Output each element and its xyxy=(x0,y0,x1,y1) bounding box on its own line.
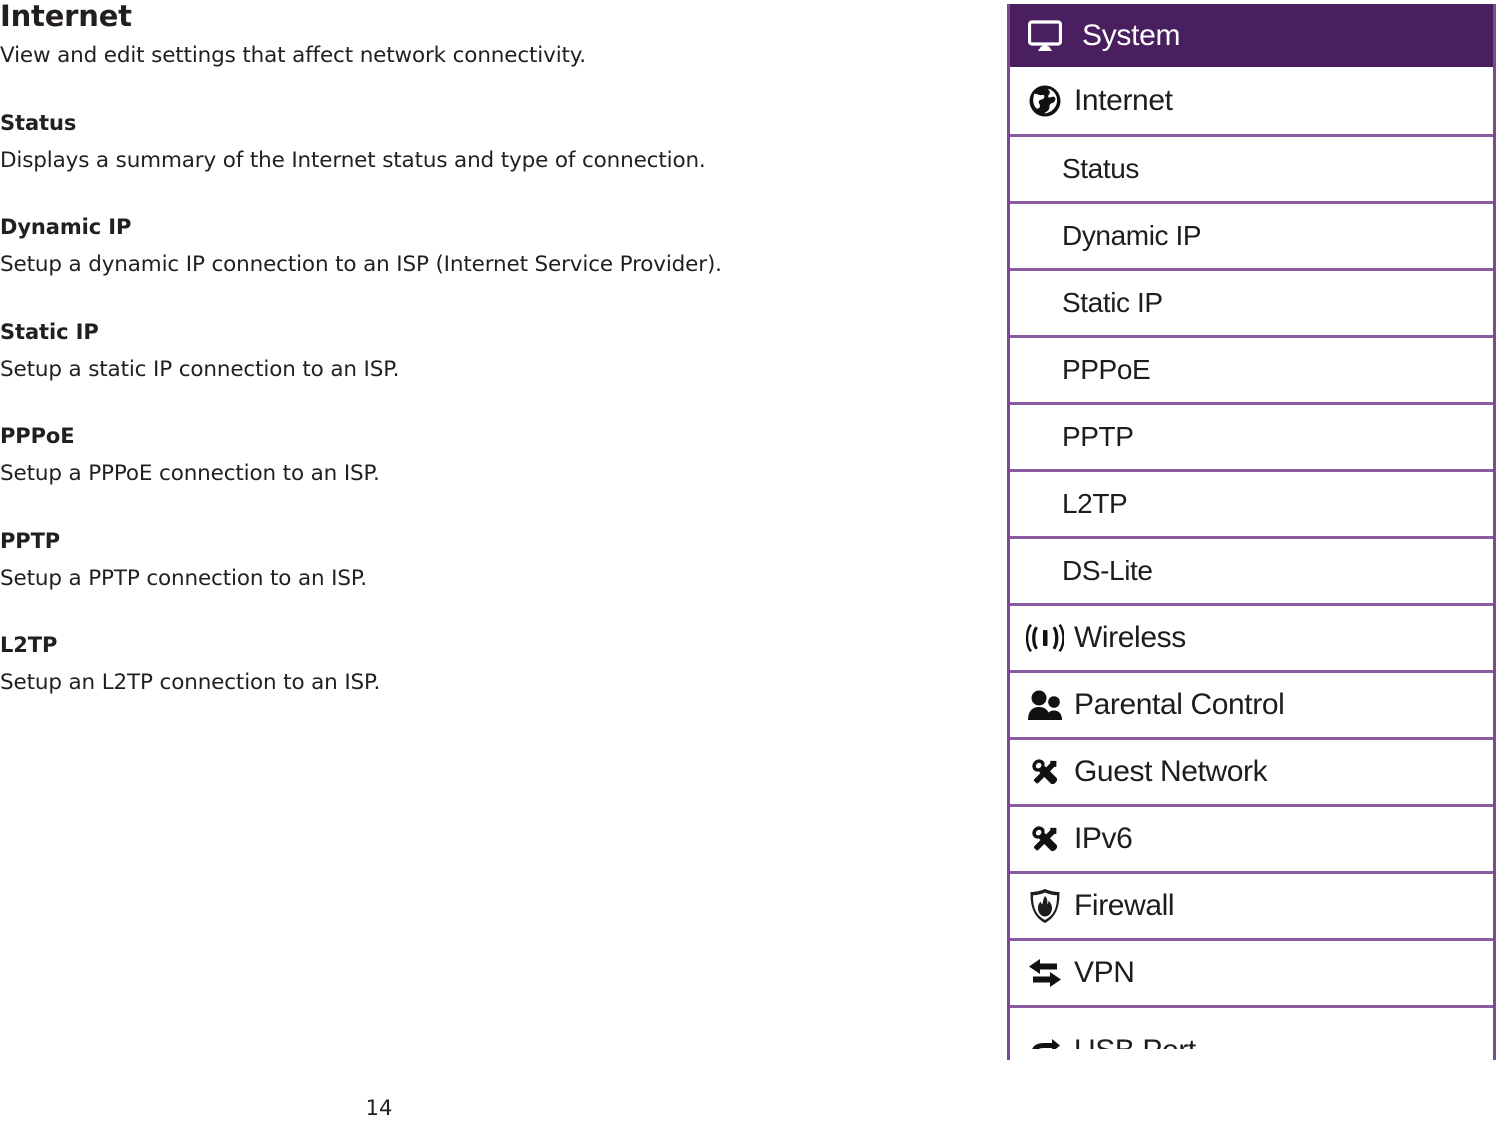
menu-item-label: Internet xyxy=(1074,83,1173,117)
menu-item-ds-lite[interactable]: DS-Lite xyxy=(1010,536,1493,603)
section-heading: Status xyxy=(0,110,77,135)
menu-item-usb-port[interactable]: USB Port xyxy=(1010,1005,1493,1049)
section-status: Status Displays a summary of the Interne… xyxy=(0,67,960,172)
tools-icon xyxy=(1010,822,1074,856)
page-number: 14 xyxy=(0,1096,1503,1120)
menu-item-label: Parental Control xyxy=(1074,688,1285,721)
shield-flame-icon xyxy=(1010,888,1074,924)
section-pptp: PPTP Setup a PPTP connection to an ISP. xyxy=(0,485,960,590)
menu-item-ipv6[interactable]: IPv6 xyxy=(1010,804,1493,871)
menu-item-label: Status xyxy=(1062,153,1139,184)
menu-item-static-ip[interactable]: Static IP xyxy=(1010,268,1493,335)
globe-icon xyxy=(1010,84,1074,118)
menu-item-wireless[interactable]: Wireless xyxy=(1010,603,1493,670)
section-pppoe: PPPoE Setup a PPPoE connection to an ISP… xyxy=(0,380,960,485)
menu-item-label: L2TP xyxy=(1062,488,1128,519)
menu-item-label: DS-Lite xyxy=(1062,555,1153,586)
section-l2tp: L2TP Setup an L2TP connection to an ISP. xyxy=(0,589,960,694)
menu-item-label: Static IP xyxy=(1062,287,1163,318)
menu-item-label: Wireless xyxy=(1074,621,1186,654)
page-subtitle: View and edit settings that affect netwo… xyxy=(0,43,586,68)
menu-item-firewall[interactable]: Firewall xyxy=(1010,871,1493,938)
menu-item-vpn[interactable]: VPN xyxy=(1010,938,1493,1005)
menu-item-label: PPTP xyxy=(1062,421,1134,452)
menu-item-guest-network[interactable]: Guest Network xyxy=(1010,737,1493,804)
wifi-icon xyxy=(1010,623,1074,653)
router-navigation-menu: System Internet Status Dynamic IP Static… xyxy=(1007,4,1496,1060)
section-heading: Dynamic IP xyxy=(0,215,132,239)
section-body: Setup an L2TP connection to an ISP. xyxy=(0,670,381,695)
section-heading: PPPoE xyxy=(0,424,75,448)
people-icon xyxy=(1010,689,1074,721)
section-heading: L2TP xyxy=(0,633,58,657)
section-heading: PPTP xyxy=(0,528,61,553)
section-heading: Static IP xyxy=(0,319,99,344)
menu-item-pppoe[interactable]: PPPoE xyxy=(1010,335,1493,402)
section-body: Setup a dynamic IP connection to an ISP … xyxy=(0,252,722,277)
page-number-value: 14 xyxy=(365,1096,393,1120)
menu-item-label: Dynamic IP xyxy=(1062,220,1202,251)
menu-item-label: USB Port xyxy=(1074,1034,1196,1050)
menu-header-label: System xyxy=(1082,18,1181,52)
arrows-icon xyxy=(1010,956,1074,990)
section-static-ip: Static IP Setup a static IP connection t… xyxy=(0,276,960,381)
tools-icon xyxy=(1010,755,1074,789)
menu-item-dynamic-ip[interactable]: Dynamic IP xyxy=(1010,201,1493,268)
document-body: Internet View and edit settings that aff… xyxy=(0,0,960,694)
monitor-icon xyxy=(1028,19,1074,52)
menu-item-label: Firewall xyxy=(1074,889,1175,922)
menu-header-system[interactable]: System xyxy=(1010,4,1493,67)
menu-item-label: IPv6 xyxy=(1074,822,1133,855)
section-dynamic-ip: Dynamic IP Setup a dynamic IP connection… xyxy=(0,171,960,276)
menu-item-status[interactable]: Status xyxy=(1010,134,1493,201)
menu-item-pptp[interactable]: PPTP xyxy=(1010,402,1493,469)
page-title: Internet xyxy=(0,0,132,33)
section-body: Displays a summary of the Internet statu… xyxy=(0,147,706,173)
menu-item-internet[interactable]: Internet xyxy=(1010,67,1493,134)
menu-item-label: Guest Network xyxy=(1074,755,1268,788)
usb-icon xyxy=(1010,1035,1074,1049)
section-body: Setup a PPTP connection to an ISP. xyxy=(0,565,367,591)
menu-item-l2tp[interactable]: L2TP xyxy=(1010,469,1493,536)
menu-item-label: PPPoE xyxy=(1062,354,1151,385)
menu-item-label: VPN xyxy=(1074,956,1135,989)
section-body: Setup a PPPoE connection to an ISP. xyxy=(0,461,380,486)
menu-item-parental-control[interactable]: Parental Control xyxy=(1010,670,1493,737)
section-body: Setup a static IP connection to an ISP. xyxy=(0,356,400,382)
